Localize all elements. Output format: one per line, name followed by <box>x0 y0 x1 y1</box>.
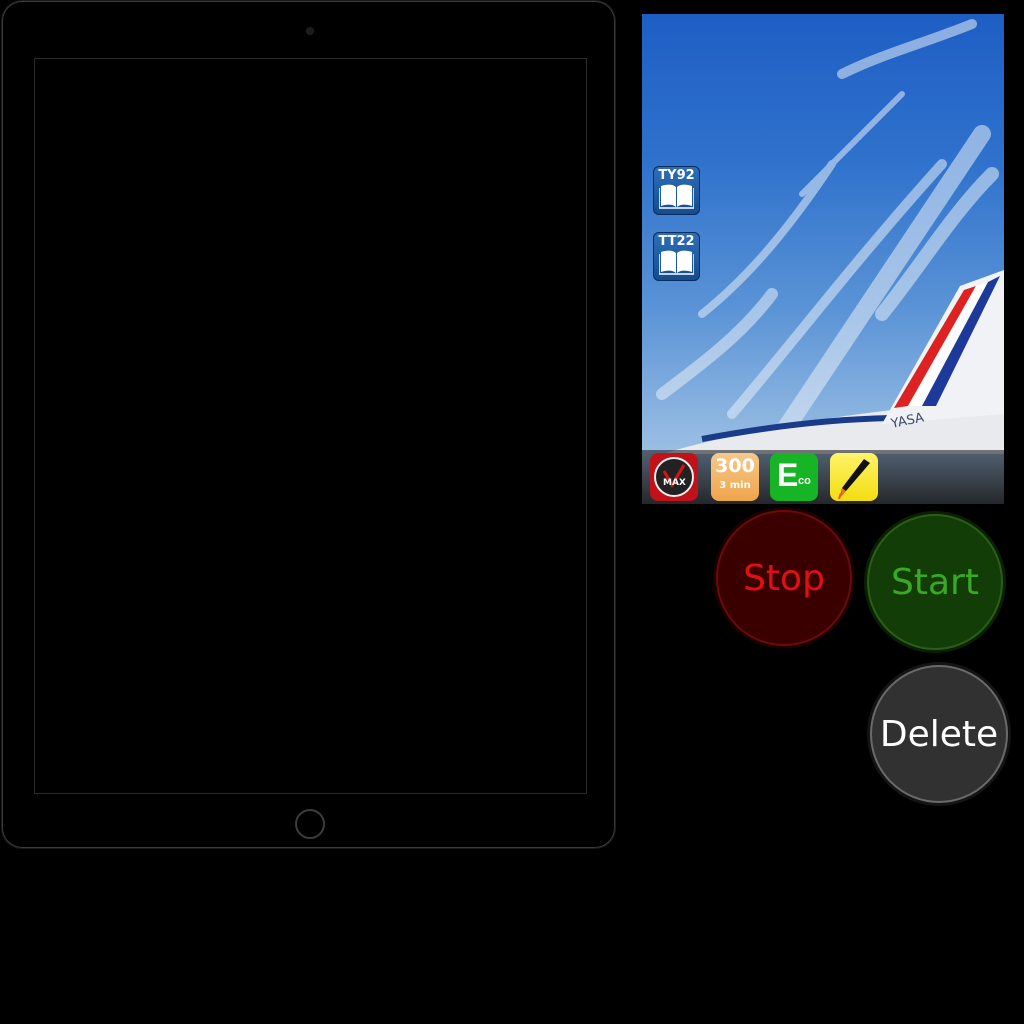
book-app-label: TT22 <box>658 234 695 249</box>
start-button[interactable]: Start <box>867 514 1003 650</box>
book-icon <box>659 250 694 275</box>
delete-button[interactable]: Delete <box>870 665 1008 803</box>
pen-icon <box>838 459 870 500</box>
eco-app-icon[interactable]: E co <box>770 453 818 501</box>
tablet-device-frame <box>2 1 615 848</box>
eco-small-letters: co <box>798 475 811 487</box>
book-icon <box>659 184 694 209</box>
timer-app-icon[interactable]: 300 3 min <box>711 453 759 501</box>
front-camera <box>307 28 313 34</box>
app-dock: MAX 300 3 min E co <box>642 450 1004 504</box>
vmax-label: MAX <box>663 478 686 488</box>
tablet-screen <box>34 58 587 794</box>
book-app-ty92[interactable]: TY92 <box>653 166 700 215</box>
book-app-tt22[interactable]: TT22 <box>653 232 700 281</box>
stop-button[interactable]: Stop <box>716 510 852 646</box>
timer-value: 300 <box>715 455 755 477</box>
vmax-app-icon[interactable]: MAX <box>650 453 698 501</box>
eco-big-letter: E <box>777 457 799 493</box>
speedometer-icon <box>654 457 694 497</box>
pen-app-icon[interactable] <box>830 453 878 501</box>
home-button[interactable] <box>295 809 325 839</box>
wallpaper-preview: YASA TY92 TT22 MAX 300 3 min E co <box>642 14 1004 504</box>
book-app-label: TY92 <box>658 168 695 183</box>
timer-unit: 3 min <box>719 480 751 491</box>
